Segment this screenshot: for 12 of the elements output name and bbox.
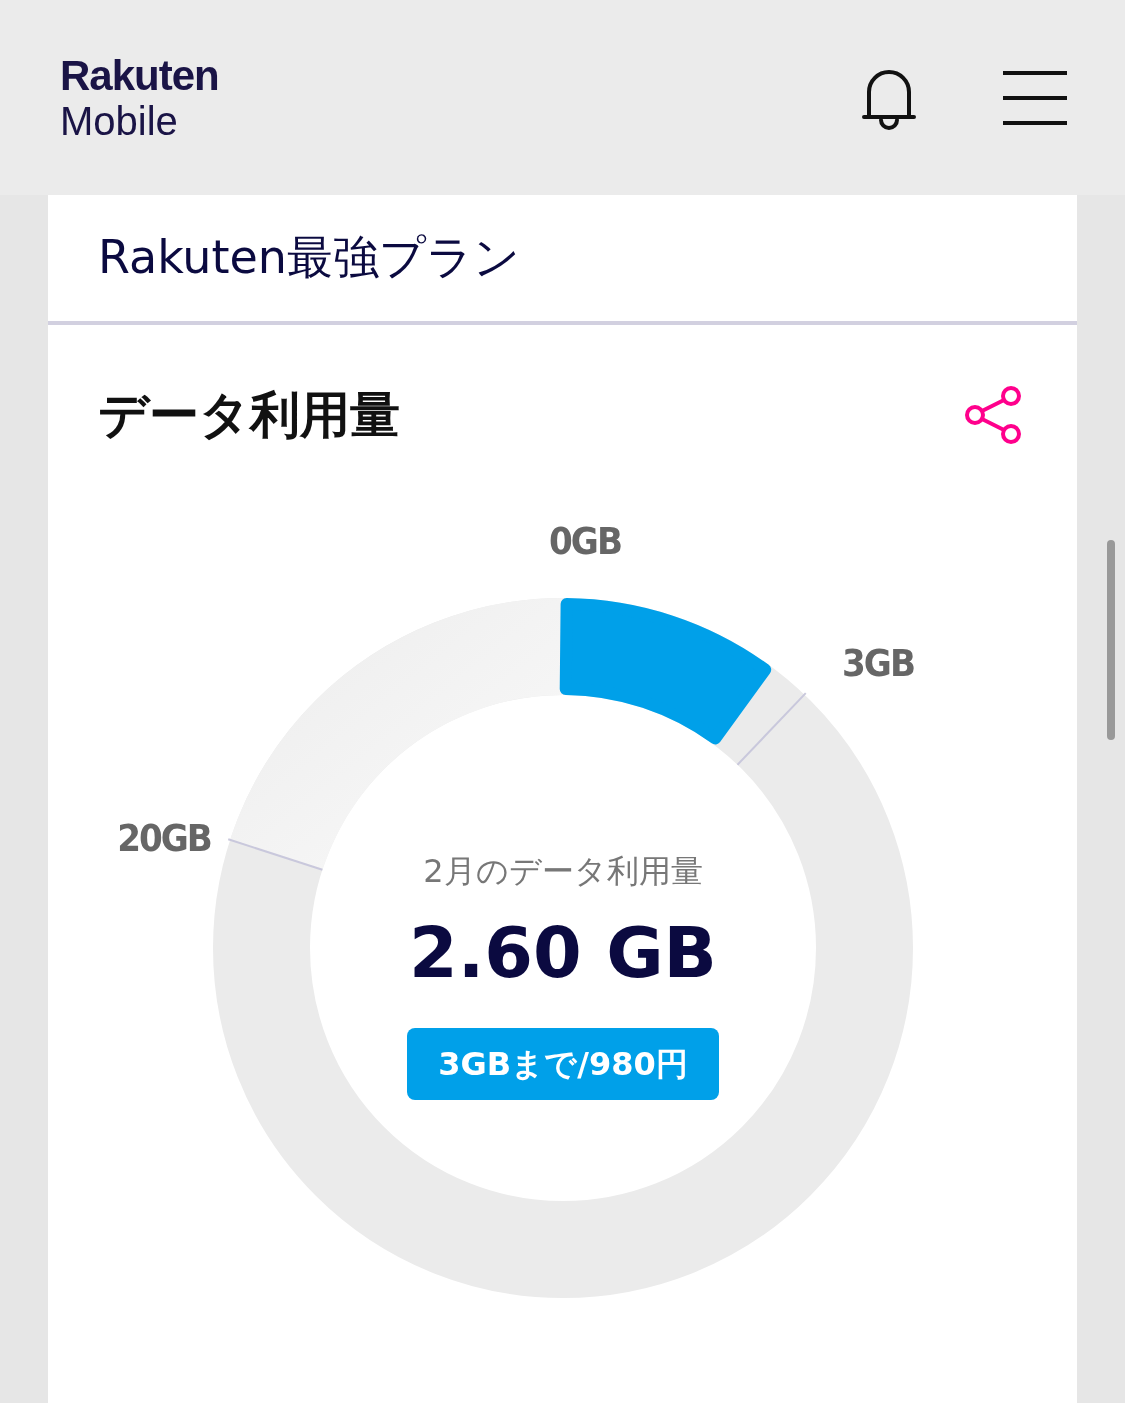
scrollbar[interactable]	[1107, 540, 1115, 740]
menu-icon[interactable]	[1003, 70, 1067, 125]
gauge-label: 20GB	[117, 815, 211, 860]
gauge-label: 0GB	[549, 518, 621, 563]
gauge-label: 3GB	[842, 640, 914, 685]
usage-value: 2.60 GB	[409, 912, 717, 995]
section-title: データ利用量	[98, 384, 400, 446]
usage-caption: 2月のデータ利用量	[423, 852, 703, 890]
logo-text: Rakuten	[60, 54, 220, 97]
plan-name: Rakuten最強プラン	[98, 229, 520, 286]
price-badge: 3GBまで/980円	[407, 1028, 719, 1100]
logo-text: Mobile	[60, 100, 179, 141]
